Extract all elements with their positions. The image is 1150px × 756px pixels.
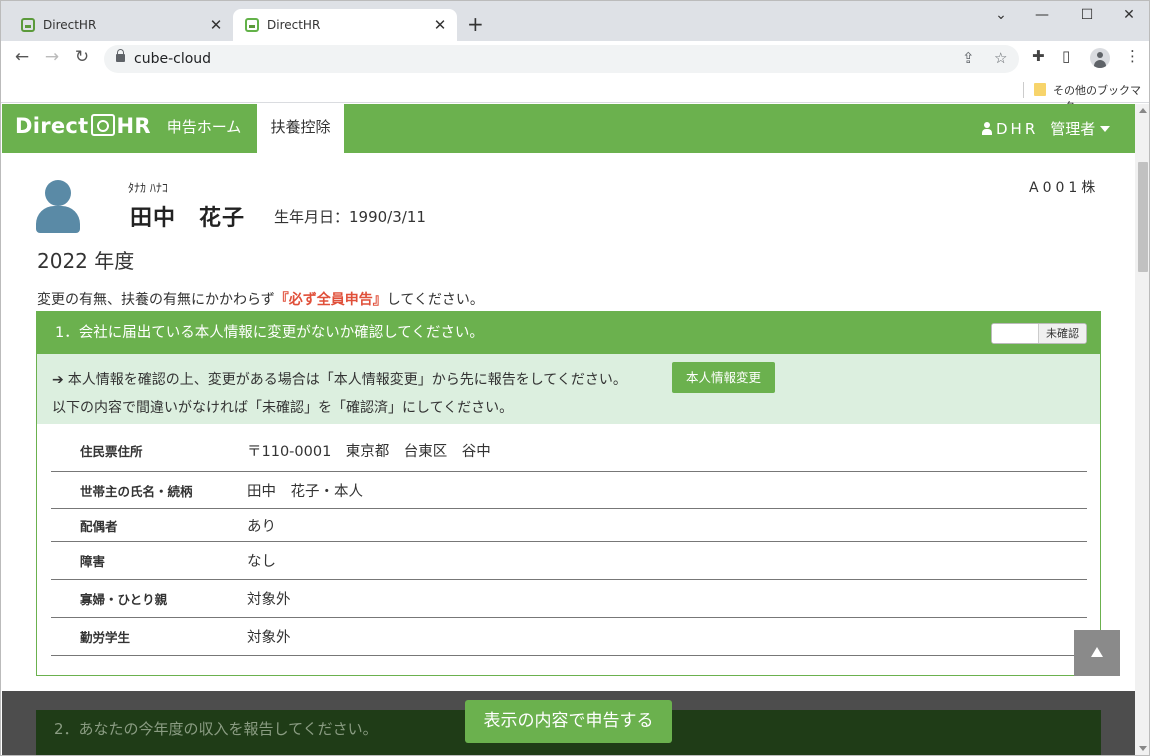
submit-declaration-button[interactable]: 表示の内容で申告する xyxy=(465,700,672,743)
section-1-header: 1．会社に届出ている本人情報に変更がないか確認してください。 未確認 xyxy=(37,312,1100,354)
tab-search-chevron-icon[interactable]: ⌄ xyxy=(981,7,1021,23)
new-tab-plus-icon[interactable]: + xyxy=(467,13,484,35)
notice-emphasis: 『必ず全員申告』 xyxy=(274,292,387,308)
table-row: 配偶者 あり xyxy=(51,509,1087,542)
reload-icon[interactable]: ↻ xyxy=(70,47,94,67)
browser-toolbar: ← → ↻ cube-cloud ⇪ ☆ ✚ ▯ ⋮ xyxy=(1,41,1149,77)
scroll-down-arrow-icon[interactable] xyxy=(1139,746,1147,751)
row-label: 障害 xyxy=(80,554,106,569)
browser-menu-icon[interactable]: ⋮ xyxy=(1125,47,1140,65)
confirmation-toggle[interactable]: 未確認 xyxy=(991,323,1087,344)
row-label: 住民票住所 xyxy=(80,444,143,459)
instruction-line-2: 以下の内容で間違いがなければ「未確認」を「確認済」にしてください。 xyxy=(52,400,514,416)
company-name: A001株 xyxy=(1029,180,1100,196)
lock-icon[interactable] xyxy=(116,49,125,62)
row-label: 配偶者 xyxy=(80,518,118,534)
tab-close-icon[interactable]: ✕ xyxy=(429,16,451,34)
bookmarks-separator xyxy=(1023,82,1024,98)
instruction-box: ➔ 本人情報を確認の上、変更がある場合は「本人情報変更」から先に報告をしてください… xyxy=(37,354,1100,424)
notice-text-end: してください。 xyxy=(386,292,484,308)
tab-title: DirectHR xyxy=(43,18,97,32)
directhr-favicon-icon xyxy=(245,18,259,32)
instruction-line-1: ➔ 本人情報を確認の上、変更がある場合は「本人情報変更」から先に報告をしてください… xyxy=(52,369,627,389)
minimize-icon[interactable]: — xyxy=(1022,7,1062,23)
forward-arrow-icon[interactable]: → xyxy=(40,47,64,67)
app-navbar: Direct HR 申告ホーム 扶養控除 DHR 管理者 xyxy=(2,104,1135,153)
row-value: なし xyxy=(247,554,276,570)
personal-info-table: 住民票住所 〒110-0001 東京都 台東区 谷中 世帯主の氏名・続柄 田中 … xyxy=(51,430,1087,656)
scroll-up-arrow-icon[interactable] xyxy=(1139,108,1147,113)
declaration-notice: 変更の有無、扶養の有無にかかわらず『必ず全員申告』してください。 xyxy=(37,289,484,309)
page-scrollbar[interactable] xyxy=(1135,104,1149,755)
admin-label[interactable]: 管理者 xyxy=(1050,118,1095,139)
extensions-puzzle-icon[interactable]: ✚ xyxy=(1032,47,1045,65)
table-row: 住民票住所 〒110-0001 東京都 台東区 谷中 xyxy=(51,430,1087,472)
fiscal-year: 2022 年度 xyxy=(37,249,135,273)
instruction-text-1: 本人情報を確認の上、変更がある場合は「本人情報変更」から先に報告をしてください。 xyxy=(67,372,627,388)
share-icon[interactable]: ⇪ xyxy=(962,49,975,67)
row-value: 〒110-0001 東京都 台東区 谷中 xyxy=(247,444,491,460)
row-value: 対象外 xyxy=(247,592,291,608)
folder-icon[interactable] xyxy=(1034,83,1046,96)
row-label: 世帯主の氏名・続柄 xyxy=(80,483,193,499)
tab-strip: DirectHR ✕ DirectHR ✕ + ⌄ — ☐ ✕ xyxy=(1,1,1149,41)
logo-mark-icon xyxy=(90,114,115,136)
url-text[interactable]: cube-cloud xyxy=(134,51,211,67)
nav-dependent-deduction-active[interactable]: 扶養控除 xyxy=(257,104,344,153)
table-row: 寡婦・ひとり親 対象外 xyxy=(51,580,1087,618)
notice-text: 変更の有無、扶養の有無にかかわらず xyxy=(37,292,275,308)
user-name: DHR xyxy=(996,119,1039,138)
scroll-thumb[interactable] xyxy=(1138,162,1148,272)
window-close-icon[interactable]: ✕ xyxy=(1109,7,1149,23)
nav-declaration-home[interactable]: 申告ホーム xyxy=(154,104,254,153)
table-row: 勤労学生 対象外 xyxy=(51,618,1087,656)
section-1-title: 1．会社に届出ている本人情報に変更がないか確認してください。 xyxy=(55,325,484,341)
browser-tab-2-active[interactable]: DirectHR ✕ xyxy=(233,9,457,41)
bookmark-star-icon[interactable]: ☆ xyxy=(994,49,1007,67)
directhr-logo[interactable]: Direct HR xyxy=(15,114,151,138)
tab-close-icon[interactable]: ✕ xyxy=(205,16,227,34)
toggle-label[interactable]: 未確認 xyxy=(1038,324,1086,343)
birth-date: 生年月日：1990/3/11 xyxy=(274,208,426,226)
maximize-icon[interactable]: ☐ xyxy=(1067,7,1107,23)
row-label: 勤労学生 xyxy=(80,630,131,645)
page-content: Direct HR 申告ホーム 扶養控除 DHR 管理者 ﾀﾅｶ ﾊﾅｺ 田中 花… xyxy=(2,104,1135,755)
row-value: 田中 花子・本人 xyxy=(247,483,363,500)
table-row: 障害 なし xyxy=(51,542,1087,580)
employee-avatar-icon xyxy=(36,180,80,233)
browser-window: DirectHR ✕ DirectHR ✕ + ⌄ — ☐ ✕ ← → ↻ cu… xyxy=(0,0,1150,756)
side-panel-icon[interactable]: ▯ xyxy=(1062,47,1070,65)
directhr-favicon-icon xyxy=(21,18,35,32)
row-value: 対象外 xyxy=(247,630,291,646)
toggle-knob[interactable] xyxy=(992,324,1038,343)
bookmarks-bar: その他のブックマーク xyxy=(1,77,1149,113)
browser-tab-1[interactable]: DirectHR ✕ xyxy=(9,9,233,41)
user-icon xyxy=(982,122,992,135)
table-row: 世帯主の氏名・続柄 田中 花子・本人 xyxy=(51,472,1087,509)
logo-text: Direct xyxy=(15,114,89,138)
logo-suffix: HR xyxy=(116,114,151,138)
employee-name: 田中 花子 xyxy=(130,206,246,231)
scroll-to-top-button[interactable] xyxy=(1074,630,1120,676)
tab-title: DirectHR xyxy=(267,18,321,32)
caret-down-icon[interactable] xyxy=(1100,125,1111,132)
arrow-right-icon: ➔ xyxy=(52,372,64,388)
change-personal-info-button[interactable]: 本人情報変更 xyxy=(672,362,775,393)
row-value: あり xyxy=(247,518,276,535)
user-menu[interactable]: DHR 管理者 xyxy=(982,118,1111,139)
profile-avatar-icon[interactable] xyxy=(1090,48,1110,68)
address-bar[interactable]: cube-cloud ⇪ ☆ xyxy=(104,45,1019,73)
personal-info-section: 1．会社に届出ている本人情報に変更がないか確認してください。 未確認 ➔ 本人情報… xyxy=(36,311,1101,676)
row-label: 寡婦・ひとり親 xyxy=(80,592,168,607)
name-furigana: ﾀﾅｶ ﾊﾅｺ xyxy=(128,181,168,195)
back-arrow-icon[interactable]: ← xyxy=(10,47,34,67)
